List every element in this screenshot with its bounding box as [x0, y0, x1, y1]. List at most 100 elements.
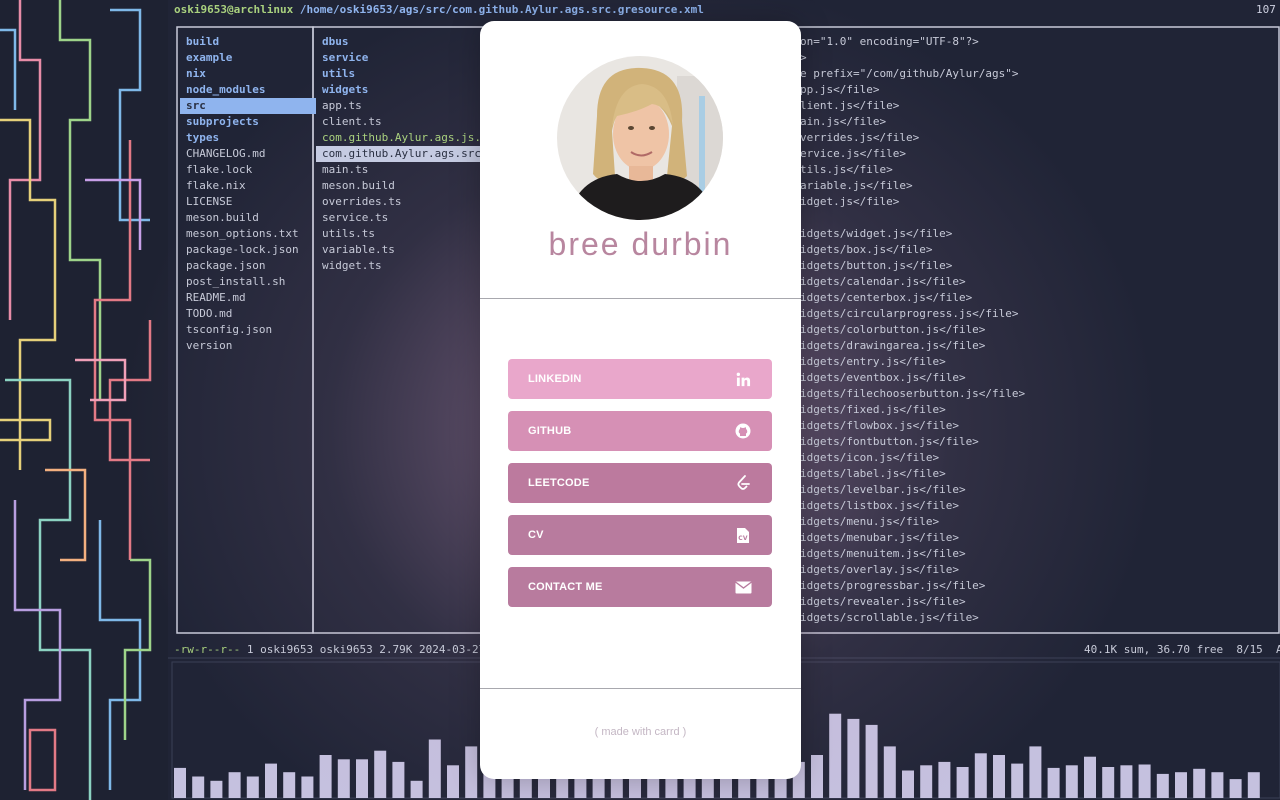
file-entry[interactable]: CHANGELOG.md — [186, 146, 316, 162]
visualizer-bar — [301, 776, 314, 798]
preview-line: idgets/listbox.js</file> — [800, 499, 959, 512]
preview-line: idgets/calendar.js</file> — [800, 275, 966, 288]
preview-line: pp.js</file> — [800, 83, 880, 96]
directory-entry[interactable]: utils — [322, 66, 488, 82]
preview-line: idgets/box.js</file> — [800, 243, 933, 256]
directory-entry[interactable]: src — [180, 98, 316, 114]
file-entry[interactable]: main.ts — [322, 162, 488, 178]
file-entry[interactable]: post_install.sh — [186, 274, 316, 290]
visualizer-bar — [1011, 763, 1024, 798]
preview-line: idget.js</file> — [800, 195, 900, 208]
file-entry[interactable]: com.github.Aylur.ags.js.i — [322, 130, 488, 146]
file-entry[interactable]: client.ts — [322, 114, 488, 130]
file-details: 1 oski9653 oski9653 2.79K 2024-03-27 1 — [240, 643, 499, 656]
made-with-carrd-link[interactable]: ( made with carrd ) — [480, 726, 801, 738]
visualizer-bar — [993, 755, 1005, 798]
current-directory-list: dbus service utils widgets app.ts client.ts co… — [316, 34, 488, 274]
directory-entry[interactable]: widgets — [322, 82, 488, 98]
parent-directory-list: build example nix node_modules src subproject… — [180, 34, 316, 354]
svg-text:CV: CV — [738, 535, 748, 542]
file-entry[interactable]: utils.ts — [322, 226, 488, 242]
preview-line: idgets/circularprogress.js</file> — [800, 307, 1019, 320]
file-entry[interactable]: version — [186, 338, 316, 354]
visualizer-bar — [956, 767, 969, 798]
file-entry[interactable]: package.json — [186, 258, 316, 274]
visualizer-bar — [829, 713, 842, 798]
preview-line: idgets/icon.js</file> — [800, 451, 940, 464]
visualizer-bar — [938, 761, 951, 798]
preview-line: e prefix="/com/github/Aylur/ags"> — [800, 67, 1019, 80]
file-permissions: -rw-r--r-- — [174, 643, 241, 656]
preview-line: idgets/menubar.js</file> — [800, 531, 959, 544]
preview-line: idgets/menuitem.js</file> — [800, 547, 966, 560]
envelope-icon — [734, 578, 752, 596]
visualizer-bar — [1229, 779, 1242, 798]
preview-line: idgets/centerbox.js</file> — [800, 291, 973, 304]
directory-entry[interactable]: subprojects — [186, 114, 316, 130]
preview-line: idgets/filechooserbutton.js</file> — [800, 387, 1026, 400]
visualizer-bar — [210, 780, 223, 798]
file-entry[interactable]: overrides.ts — [322, 194, 488, 210]
file-entry[interactable]: flake.lock — [186, 162, 316, 178]
visualizer-bar — [1084, 756, 1096, 798]
preview-line: idgets/label.js</file> — [800, 467, 946, 480]
preview-line: lient.js</file> — [800, 99, 900, 112]
preview-line: > — [800, 51, 807, 64]
profile-photo — [557, 56, 723, 220]
visualizer-bar — [265, 763, 277, 798]
top-divider — [480, 298, 801, 299]
github-icon — [734, 422, 752, 440]
file-entry[interactable]: flake.nix — [186, 178, 316, 194]
file-entry[interactable]: service.ts — [322, 210, 488, 226]
directory-entry[interactable]: types — [186, 130, 316, 146]
visualizer-bar — [1211, 772, 1224, 798]
file-entry[interactable]: meson_options.txt — [186, 226, 316, 242]
file-entry[interactable]: package-lock.json — [186, 242, 316, 258]
cv-button[interactable]: CV CV — [508, 515, 772, 555]
visualizer-bar — [701, 776, 714, 798]
visualizer-bar — [974, 753, 987, 798]
contact-me-label: CONTACT ME — [528, 581, 603, 593]
visualizer-bar — [883, 746, 896, 798]
directory-entry[interactable]: build — [186, 34, 316, 50]
directory-entry[interactable]: service — [322, 50, 488, 66]
visualizer-bar — [192, 776, 205, 798]
file-entry[interactable]: variable.ts — [322, 242, 488, 258]
preview-line: ain.js</file> — [800, 115, 887, 128]
file-entry[interactable]: TODO.md — [186, 306, 316, 322]
cv-document-icon: CV — [734, 526, 752, 544]
visualizer-bar — [1120, 765, 1133, 798]
preview-line: idgets/colorbutton.js</file> — [800, 323, 986, 336]
visualizer-bar — [1247, 772, 1260, 798]
linkedin-button[interactable]: LINKEDIN — [508, 359, 772, 399]
visualizer-bar — [228, 772, 241, 798]
visualizer-bar — [392, 761, 405, 798]
directory-entry[interactable]: example — [186, 50, 316, 66]
visualizer-bar — [356, 759, 368, 798]
file-entry[interactable]: LICENSE — [186, 194, 316, 210]
visualizer-bar — [1065, 765, 1078, 798]
profile-name: bree durbin — [548, 226, 733, 262]
file-entry[interactable]: tsconfig.json — [186, 322, 316, 338]
contact-me-button[interactable]: CONTACT ME — [508, 567, 772, 607]
directory-entry[interactable]: dbus — [322, 34, 488, 50]
file-entry[interactable]: README.md — [186, 290, 316, 306]
preview-line: on="1.0" encoding="UTF-8"?> — [800, 35, 979, 48]
preview-line: idgets/eventbox.js</file> — [800, 371, 966, 384]
file-entry[interactable]: meson.build — [322, 178, 488, 194]
visualizer-bar — [847, 718, 860, 798]
file-entry[interactable]: app.ts — [322, 98, 488, 114]
visualizer-bar — [1138, 764, 1151, 798]
preview-line: ariable.js</file> — [800, 179, 913, 192]
preview-line: idgets/flowbox.js</file> — [800, 419, 959, 432]
file-entry[interactable]: meson.build — [186, 210, 316, 226]
file-entry[interactable]: com.github.Aylur.ags.src. — [316, 146, 488, 162]
github-button[interactable]: GITHUB — [508, 411, 772, 451]
preview-line: idgets/fontbutton.js</file> — [800, 435, 979, 448]
visualizer-bar — [865, 724, 878, 798]
file-entry[interactable]: widget.ts — [322, 258, 488, 274]
preview-line: idgets/drawingarea.js</file> — [800, 339, 986, 352]
directory-entry[interactable]: nix — [186, 66, 316, 82]
leetcode-button[interactable]: LEETCODE — [508, 463, 772, 503]
directory-entry[interactable]: node_modules — [186, 82, 316, 98]
